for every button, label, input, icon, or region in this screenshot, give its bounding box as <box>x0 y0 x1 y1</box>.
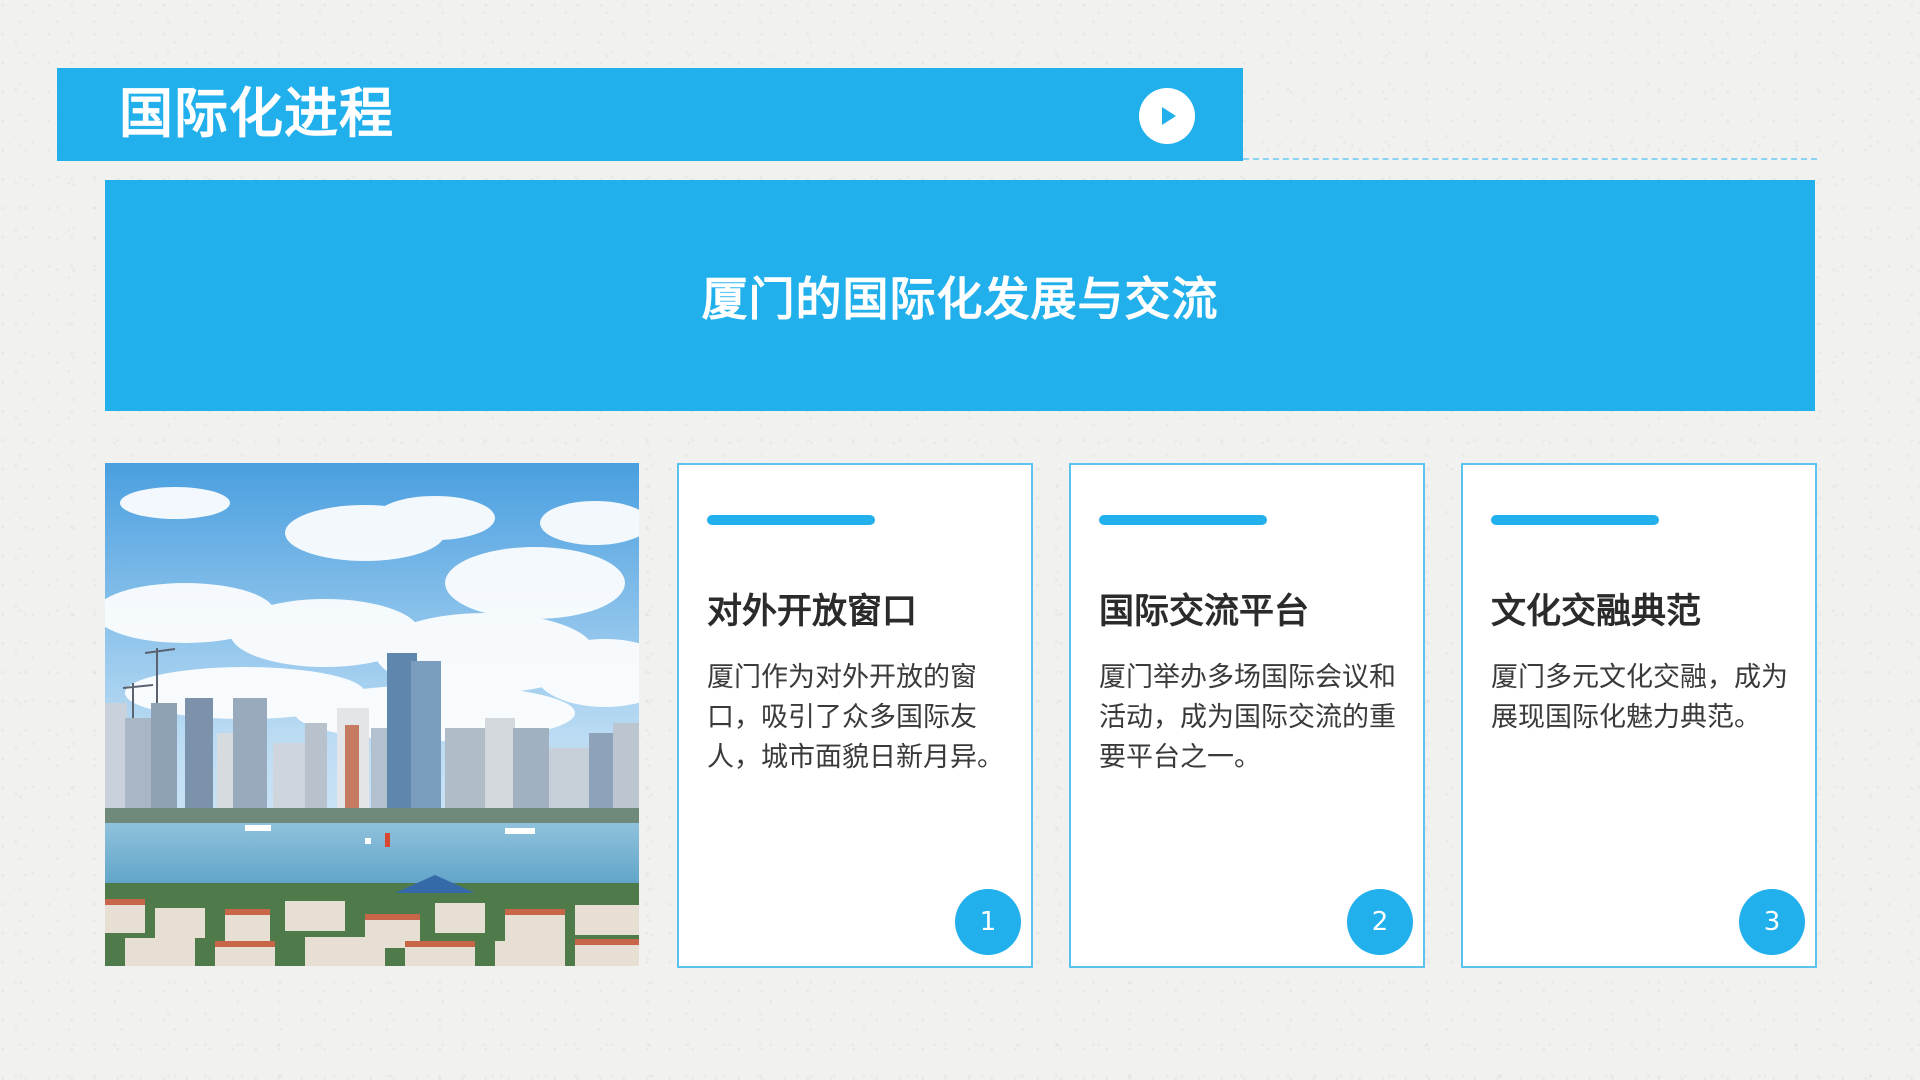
banner: 厦门的国际化发展与交流 <box>105 180 1815 411</box>
card-body: 厦门举办多场国际会议和活动，成为国际交流的重要平台之一。 <box>1099 662 1396 773</box>
card-exchange-platform: 国际交流平台 厦门举办多场国际会议和活动，成为国际交流的重要平台之一。 2 <box>1069 463 1425 968</box>
play-icon <box>1162 107 1176 125</box>
card-number-badge: 3 <box>1739 889 1805 955</box>
card-accent-bar <box>707 515 875 525</box>
card-open-window: 对外开放窗口 厦门作为对外开放的窗口，吸引了众多国际友人，城市面貌日新月异。 1 <box>677 463 1033 968</box>
card-title: 国际交流平台 <box>1099 592 1310 632</box>
card-number-badge: 2 <box>1347 889 1413 955</box>
play-button[interactable] <box>1139 88 1195 144</box>
page-title: 国际化进程 <box>119 82 394 145</box>
card-accent-bar <box>1099 515 1267 525</box>
title-bar: 国际化进程 <box>57 68 1243 161</box>
card-body: 厦门多元文化交融，成为展现国际化魅力典范。 <box>1491 662 1788 733</box>
card-body: 厦门作为对外开放的窗口，吸引了众多国际友人，城市面貌日新月异。 <box>707 662 1004 773</box>
banner-title: 厦门的国际化发展与交流 <box>701 271 1219 326</box>
card-cultural-fusion: 文化交融典范 厦门多元文化交融，成为展现国际化魅力典范。 3 <box>1461 463 1817 968</box>
city-skyline-photo <box>105 463 639 966</box>
city-skyline-image <box>105 463 639 966</box>
card-accent-bar <box>1491 515 1659 525</box>
card-number-badge: 1 <box>955 889 1021 955</box>
card-title: 文化交融典范 <box>1491 592 1702 632</box>
card-title: 对外开放窗口 <box>707 592 918 632</box>
header-divider <box>1243 158 1817 160</box>
